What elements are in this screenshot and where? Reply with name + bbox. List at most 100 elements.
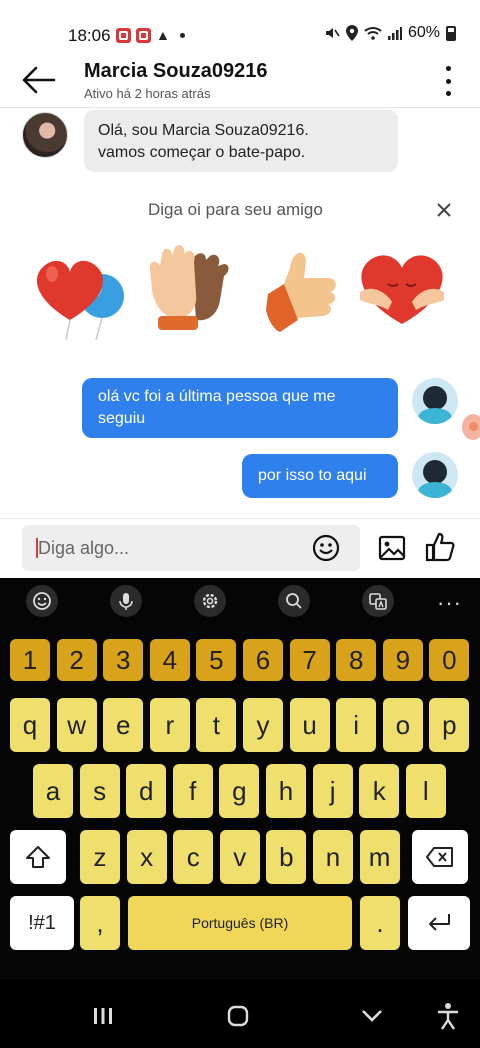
keyboard-emoji-button[interactable] bbox=[26, 585, 58, 617]
navigation-bar bbox=[0, 980, 480, 1048]
message-input[interactable]: Diga algo... bbox=[22, 525, 360, 571]
smiley-icon bbox=[312, 534, 340, 562]
dot bbox=[445, 78, 451, 84]
like-button[interactable] bbox=[424, 531, 456, 563]
key-7[interactable]: 7 bbox=[289, 639, 330, 681]
key-w[interactable]: w bbox=[56, 698, 97, 752]
key-0[interactable]: 0 bbox=[429, 639, 470, 681]
greeting-prompt: Diga oi para seu amigo bbox=[148, 200, 323, 219]
chat-header: Marcia Souza09216 Ativo há 2 horas atrás bbox=[0, 50, 480, 108]
heart-balloon-sticker[interactable] bbox=[26, 240, 126, 341]
translate-icon bbox=[369, 593, 387, 610]
emoji-button[interactable] bbox=[312, 534, 340, 562]
my-avatar[interactable] bbox=[412, 378, 458, 424]
keyboard-toolbar: ··· bbox=[0, 578, 480, 624]
key-8[interactable]: 8 bbox=[336, 639, 377, 681]
key-y[interactable]: y bbox=[243, 698, 283, 752]
translate-button[interactable] bbox=[362, 585, 394, 617]
key-m[interactable]: m bbox=[359, 830, 400, 884]
key-d[interactable]: d bbox=[126, 764, 167, 818]
dot bbox=[445, 91, 451, 96]
high-five-sticker[interactable] bbox=[140, 240, 240, 340]
key-9[interactable]: 9 bbox=[382, 639, 423, 681]
more-tools-button[interactable]: ··· bbox=[437, 590, 462, 616]
key-k[interactable]: k bbox=[359, 764, 400, 818]
key-u[interactable]: u bbox=[289, 698, 330, 752]
outgoing-message: olá vc foi a última pessoa que me seguiu bbox=[82, 378, 398, 438]
key-g[interactable]: g bbox=[219, 764, 260, 818]
space-key[interactable]: Português (BR) bbox=[128, 896, 352, 950]
app-notification-icon bbox=[116, 27, 131, 43]
key-n[interactable]: n bbox=[313, 830, 353, 884]
key-c[interactable]: c bbox=[173, 830, 214, 884]
key-f[interactable]: f bbox=[172, 764, 213, 818]
key-j[interactable]: j bbox=[312, 764, 353, 818]
comma-key[interactable]: , bbox=[80, 896, 120, 950]
thumbs-up-sticker[interactable] bbox=[254, 240, 354, 340]
thumbs-up-icon bbox=[266, 252, 336, 332]
key-a[interactable]: a bbox=[33, 764, 73, 818]
key-t[interactable]: t bbox=[196, 698, 237, 752]
key-q[interactable]: q bbox=[10, 698, 50, 752]
key-i[interactable]: i bbox=[336, 698, 377, 752]
mute-icon bbox=[325, 28, 340, 38]
key-r[interactable]: r bbox=[149, 698, 190, 752]
key-1[interactable]: 1 bbox=[10, 639, 50, 681]
accessibility-icon[interactable] bbox=[436, 1002, 460, 1030]
key-l[interactable]: l bbox=[405, 764, 446, 818]
key-o[interactable]: o bbox=[382, 698, 423, 752]
image-icon bbox=[378, 535, 406, 561]
outgoing-message: por isso to aqui bbox=[242, 454, 398, 498]
heart-hug-sticker[interactable] bbox=[352, 240, 452, 340]
key-3[interactable]: 3 bbox=[103, 639, 144, 681]
key-s[interactable]: s bbox=[79, 764, 120, 818]
key-2[interactable]: 2 bbox=[56, 639, 97, 681]
contact-name[interactable]: Marcia Souza09216 bbox=[84, 60, 267, 83]
heart-hug-icon bbox=[360, 255, 444, 324]
keyboard-settings-button[interactable] bbox=[194, 585, 226, 617]
shift-icon bbox=[26, 846, 50, 868]
composer-bar: Diga algo... bbox=[0, 518, 480, 578]
gear-icon bbox=[202, 593, 218, 609]
voice-input-button[interactable] bbox=[110, 585, 142, 617]
key-e[interactable]: e bbox=[103, 698, 144, 752]
key-v[interactable]: v bbox=[219, 830, 260, 884]
close-greeting-button[interactable] bbox=[434, 200, 454, 220]
heart-balloon-icon bbox=[36, 260, 124, 341]
key-z[interactable]: z bbox=[80, 830, 120, 884]
contact-avatar[interactable] bbox=[22, 112, 68, 158]
key-6[interactable]: 6 bbox=[243, 639, 283, 681]
more-options-button[interactable] bbox=[444, 66, 452, 96]
message-input-placeholder: Diga algo... bbox=[38, 538, 130, 558]
back-button[interactable] bbox=[20, 64, 56, 96]
floating-bubble-icon[interactable] bbox=[462, 414, 480, 440]
backspace-key[interactable] bbox=[412, 830, 468, 884]
battery-percent: 60% bbox=[407, 24, 440, 41]
key-x[interactable]: x bbox=[126, 830, 167, 884]
key-b[interactable]: b bbox=[266, 830, 307, 884]
key-4[interactable]: 4 bbox=[149, 639, 190, 681]
app-notification-icon bbox=[136, 27, 151, 43]
keyboard-search-button[interactable] bbox=[278, 585, 310, 617]
keyboard: ··· 1234567890 qwertyuiop asdfghjkl zxcvbnm… bbox=[0, 578, 480, 980]
high-five-icon bbox=[149, 245, 229, 330]
image-button[interactable] bbox=[378, 534, 406, 562]
search-icon bbox=[286, 593, 302, 609]
arrow-left-icon bbox=[22, 66, 56, 94]
enter-key[interactable] bbox=[408, 896, 470, 950]
key-5[interactable]: 5 bbox=[196, 639, 237, 681]
dot bbox=[445, 66, 451, 71]
home-icon[interactable] bbox=[226, 1004, 250, 1028]
recent-apps-icon[interactable] bbox=[92, 1006, 114, 1026]
shift-key[interactable] bbox=[10, 830, 66, 884]
status-time: 18:06 bbox=[68, 26, 111, 45]
key-p[interactable]: p bbox=[429, 698, 470, 752]
symbols-key[interactable]: !#1 bbox=[10, 896, 74, 950]
period-key[interactable]: . bbox=[360, 896, 400, 950]
key-h[interactable]: h bbox=[266, 764, 306, 818]
wifi-icon bbox=[364, 27, 382, 40]
my-avatar[interactable] bbox=[412, 452, 458, 498]
backspace-icon bbox=[426, 847, 453, 867]
incoming-message: Olá, sou Marcia Souza09216. vamos começa… bbox=[84, 110, 398, 172]
chevron-down-icon[interactable] bbox=[360, 1008, 384, 1024]
